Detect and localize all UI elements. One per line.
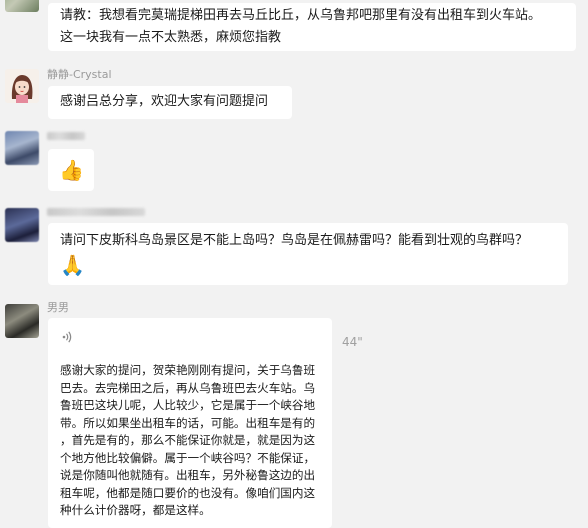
avatar-illustration: [5, 69, 39, 103]
avatar[interactable]: [5, 304, 39, 338]
transcript-line: ，首先是有的，那么不能保证你就是，就是因为这: [60, 433, 316, 447]
sender-name: 静静-Crystal: [47, 68, 112, 81]
avatar[interactable]: [5, 208, 39, 242]
transcript-line: 感谢大家的提问，贺荣艳刚刚有提问，关于乌鲁班: [60, 363, 316, 377]
avatar[interactable]: [5, 131, 39, 165]
message-text: 感谢吕总分享，欢迎大家有问题提问: [60, 94, 269, 109]
avatar[interactable]: [5, 0, 39, 12]
message-bubble[interactable]: 👍: [48, 149, 94, 191]
message-bubble[interactable]: 请教：我想看完莫瑞提梯田再去马丘比丘，从乌鲁邦吧那里有没有出租车到火车站。 这一…: [48, 3, 576, 51]
avatar[interactable]: [5, 69, 39, 103]
voice-duration: 44": [342, 335, 363, 349]
transcript-line: 鲁班巴这块儿呢，人比较少，它是属于一个峡谷地: [60, 398, 316, 412]
transcript-line: 说是你随叫他就随有。出租车，另外秘鲁这边的出: [60, 468, 316, 482]
message-text: 请问下皮斯科鸟岛景区是不能上岛吗？鸟岛是在佩赫雷吗？能看到壮观的鸟群吗？: [60, 233, 529, 248]
voice-transcript: 感谢大家的提问，贺荣艳刚刚有提问，关于乌鲁班 巴去。去完梯田之后，再从乌鲁班巴去…: [60, 362, 326, 520]
thumbs-up-icon: 👍: [59, 158, 84, 182]
transcript-line: 带。所以如果坐出租车的话，可能。出租车是有的: [60, 415, 316, 430]
message-text-line: 请教：我想看完莫瑞提梯田再去马丘比丘，从乌鲁邦吧那里有没有出租车到火车站。: [60, 8, 542, 23]
message-bubble[interactable]: 请问下皮斯科鸟岛景区是不能上岛吗？鸟岛是在佩赫雷吗？能看到壮观的鸟群吗？ 🙏: [48, 223, 568, 285]
message-text-line: 这一块我有一点不太熟悉，麻烦您指教: [60, 30, 282, 45]
folded-hands-icon: 🙏: [60, 253, 85, 277]
transcript-line: 租车呢，他都是随口要价的也没有。像咱们国内这: [60, 485, 316, 500]
sender-name: 男男: [47, 301, 69, 314]
transcript-line: 个地方他比较偏僻。属于一个峡谷吗？不能保证，: [60, 450, 316, 465]
voice-message-bubble[interactable]: 感谢大家的提问，贺荣艳刚刚有提问，关于乌鲁班 巴去。去完梯田之后，再从乌鲁班巴去…: [48, 318, 332, 528]
sender-name-blurred: [47, 208, 145, 216]
message-bubble[interactable]: 感谢吕总分享，欢迎大家有问题提问: [48, 86, 292, 119]
transcript-line: 巴去。去完梯田之后，再从乌鲁班巴去火车站。乌: [60, 380, 316, 395]
voice-wave-icon[interactable]: [62, 330, 72, 347]
sender-name-blurred: [47, 132, 85, 140]
